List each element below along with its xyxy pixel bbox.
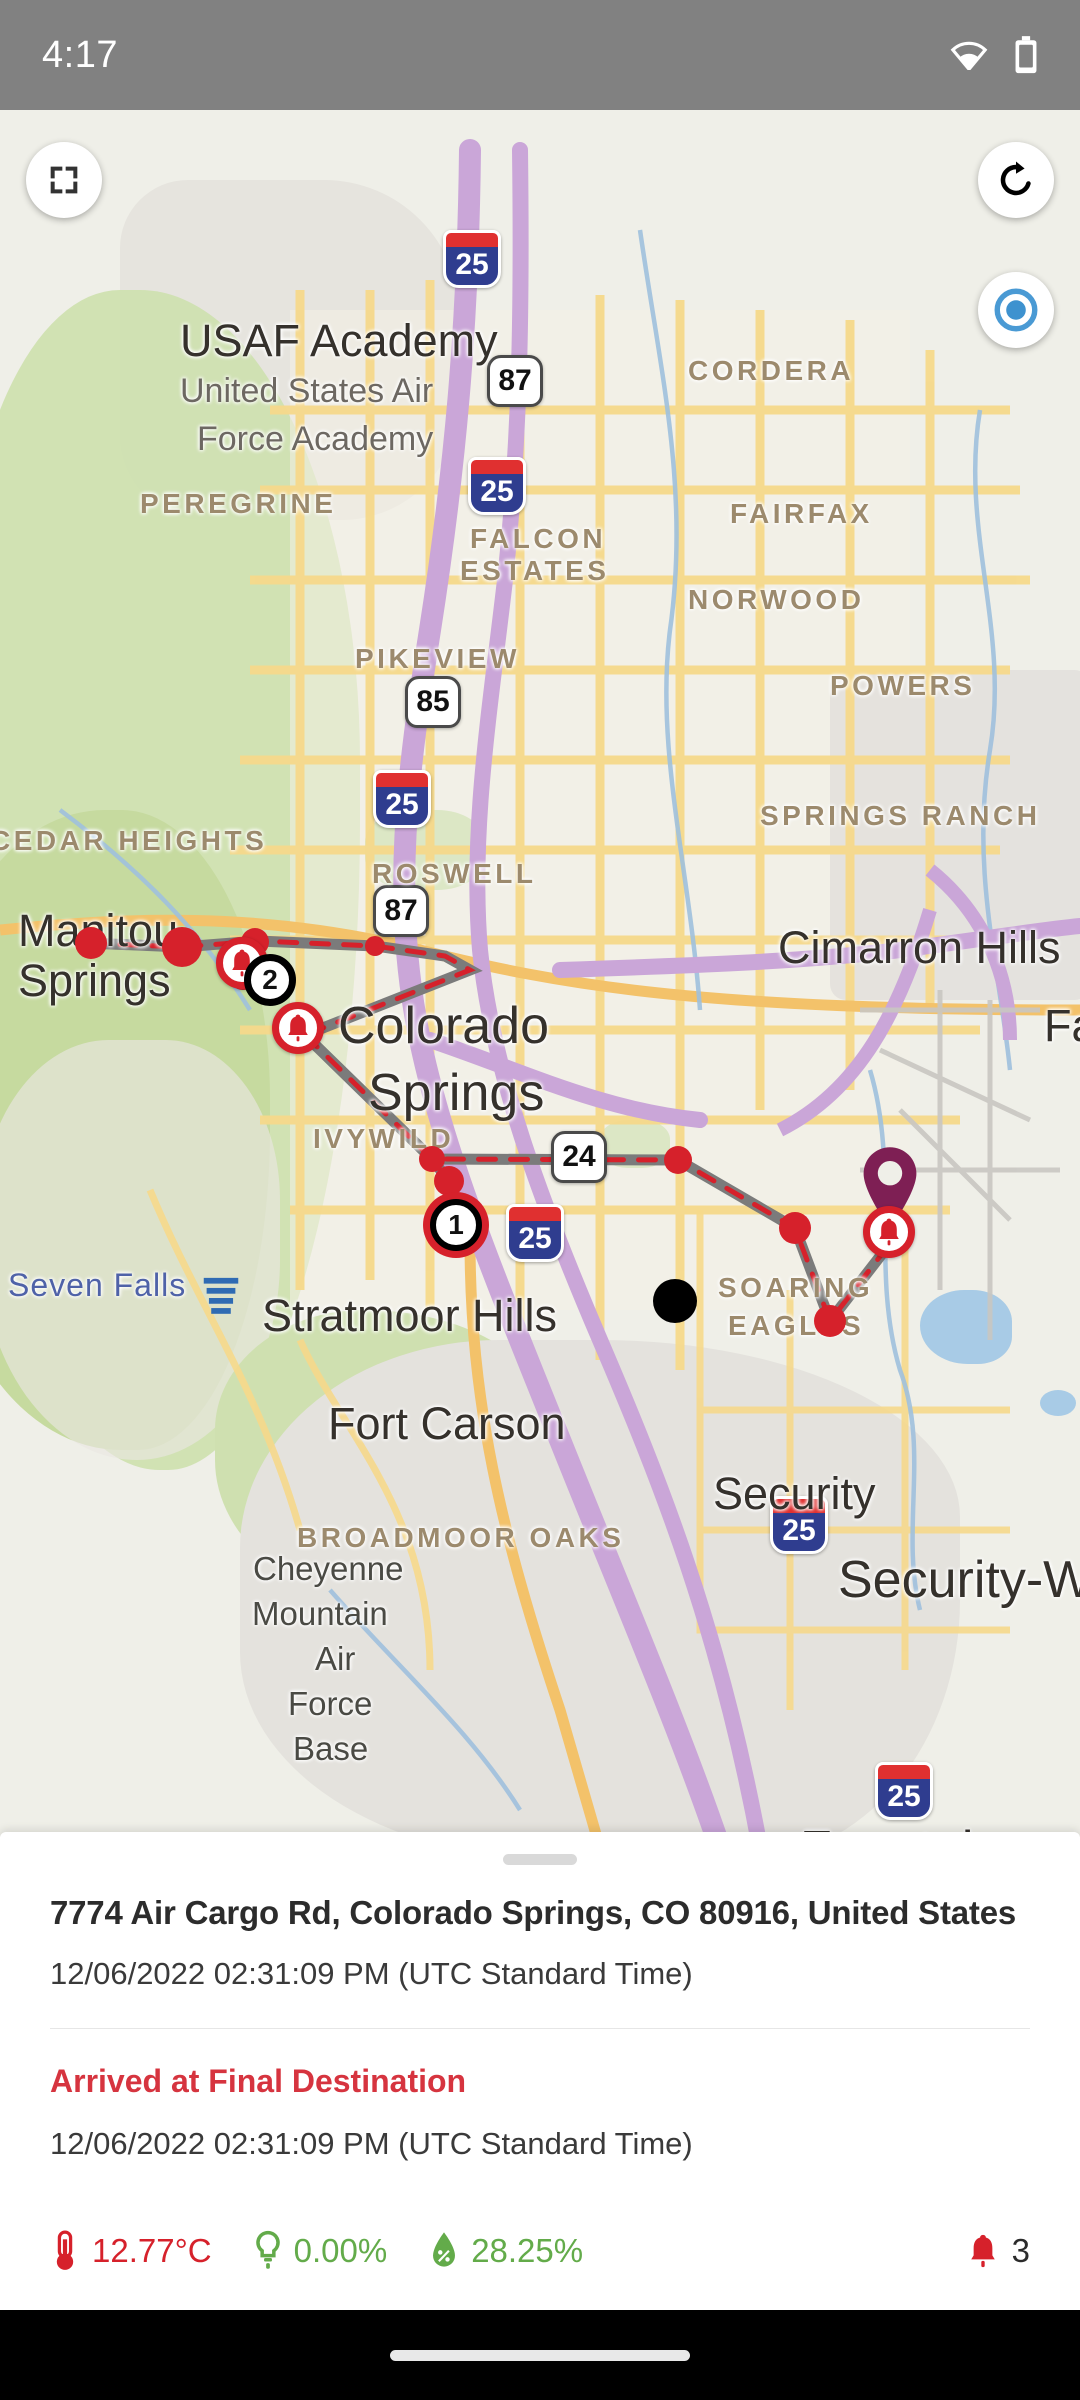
alert-count-group[interactable]: 3 xyxy=(968,2232,1030,2270)
refresh-icon xyxy=(1000,161,1031,196)
fit-bounds-icon xyxy=(50,166,78,194)
home-gesture-pill[interactable] xyxy=(390,2349,690,2361)
route-waypoint-dot[interactable] xyxy=(779,1212,811,1244)
cluster-count-marker[interactable]: 1 xyxy=(430,1199,482,1251)
humidity-metric[interactable]: 28.25% xyxy=(429,2230,583,2272)
sheet-divider-1 xyxy=(50,2028,1030,2029)
status-bar: 4:17 xyxy=(0,0,1080,110)
battery-icon xyxy=(1015,36,1037,74)
cluster-count-marker[interactable]: 2 xyxy=(244,954,296,1006)
route-waypoint-dot[interactable] xyxy=(365,936,385,956)
route-waypoint-dot[interactable] xyxy=(814,1305,846,1337)
bell-icon xyxy=(970,2234,995,2268)
sheet-content: 7774 Air Cargo Rd, Colorado Springs, CO … xyxy=(0,1832,1080,2207)
light-metric[interactable]: 0.00% xyxy=(254,2230,388,2272)
humidity-droplet-icon xyxy=(433,2232,456,2267)
refresh-button[interactable] xyxy=(978,142,1054,218)
map-roads xyxy=(0,139,1080,1848)
humidity-value: 28.25% xyxy=(471,2232,584,2269)
status-bar-icons xyxy=(950,36,1038,74)
alert-bell-marker[interactable] xyxy=(272,1002,324,1054)
destination-timestamp: 12/06/2022 02:31:09 PM (UTC Standard Tim… xyxy=(50,1956,693,1991)
map-canvas[interactable] xyxy=(0,110,1080,1848)
status-bar-clock: 4:17 xyxy=(42,33,118,76)
sheet-drag-handle[interactable] xyxy=(503,1854,577,1865)
route-waypoint-dot[interactable] xyxy=(664,1146,692,1174)
waterfall-icon xyxy=(203,1277,239,1314)
route-waypoint-dot[interactable] xyxy=(434,1166,464,1196)
fit-bounds-button[interactable] xyxy=(26,142,102,218)
bell-icon xyxy=(879,1218,899,1246)
wifi-icon xyxy=(950,41,988,70)
app-root: 4:17 25 87 25 85 25 87 24 25 25 25 USAF … xyxy=(0,0,1080,2400)
vehicle-position-dot[interactable] xyxy=(653,1279,697,1323)
trip-status-title: Arrived at Final Destination xyxy=(50,2063,467,2099)
lightbulb-icon xyxy=(255,2230,280,2269)
sensor-metrics-row: 12.77°C 0.00% 28.25% 3 xyxy=(0,2192,1080,2310)
thermometer-icon xyxy=(56,2230,74,2270)
my-location-button[interactable] xyxy=(978,272,1054,348)
bell-icon xyxy=(288,1014,308,1042)
destination-address: 7774 Air Cargo Rd, Colorado Springs, CO … xyxy=(50,1894,1017,1931)
android-nav-bar xyxy=(0,2310,1080,2400)
map-view[interactable]: 25 87 25 85 25 87 24 25 25 25 USAF Academy United … xyxy=(0,110,1080,1848)
alert-count-value: 3 xyxy=(1011,2232,1030,2269)
alert-bell-marker[interactable] xyxy=(863,1206,915,1258)
route-waypoint-dot[interactable] xyxy=(75,927,107,959)
trip-status-timestamp: 12/06/2022 02:31:09 PM (UTC Standard Tim… xyxy=(50,2126,693,2161)
temperature-metric[interactable]: 12.77°C xyxy=(50,2230,212,2272)
temperature-value: 12.77°C xyxy=(92,2232,212,2269)
light-value: 0.00% xyxy=(293,2232,388,2269)
location-target-icon xyxy=(994,288,1038,332)
route-waypoint-dot[interactable] xyxy=(162,927,202,967)
